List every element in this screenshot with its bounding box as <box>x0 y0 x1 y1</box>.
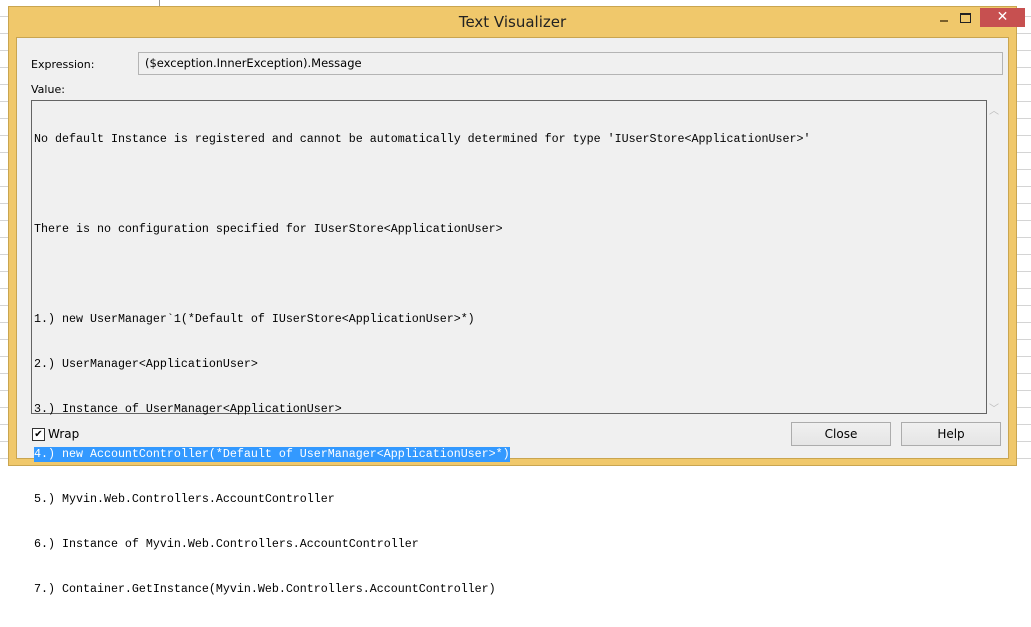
text-visualizer-dialog: Text Visualizer ✕ Expression: ($exceptio… <box>8 6 1025 596</box>
maximize-icon[interactable] <box>954 8 980 27</box>
wrap-label[interactable]: Wrap <box>48 427 79 441</box>
help-button[interactable]: Help <box>901 422 1001 446</box>
scroll-up-icon[interactable]: ︿ <box>989 102 999 117</box>
close-window-icon[interactable]: ✕ <box>980 8 1025 27</box>
expression-label: Expression: <box>31 58 95 71</box>
value-line: 1.) new UserManager`1(*Default of IUserS… <box>34 312 475 326</box>
value-line: 2.) UserManager<ApplicationUser> <box>34 357 258 371</box>
value-textarea[interactable]: No default Instance is registered and ca… <box>31 100 987 596</box>
value-line: There is no configuration specified for … <box>34 222 503 236</box>
value-line <box>34 177 984 192</box>
value-line: 5.) Myvin.Web.Controllers.AccountControl… <box>34 492 335 506</box>
wrap-checkbox[interactable]: ✔ <box>32 428 45 441</box>
value-line: 6.) Instance of Myvin.Web.Controllers.Ac… <box>34 537 419 551</box>
scroll-down-icon[interactable]: ﹀ <box>989 400 999 415</box>
dialog-content: Expression: ($exception.InnerException).… <box>16 37 1009 596</box>
value-line: No default Instance is registered and ca… <box>34 132 811 146</box>
window-title: Text Visualizer <box>458 13 567 31</box>
selected-text[interactable]: 4.) new AccountController(*Default of Us… <box>34 447 510 462</box>
expression-field[interactable]: ($exception.InnerException).Message <box>138 52 1003 75</box>
value-line: 3.) Instance of UserManager<ApplicationU… <box>34 402 342 416</box>
value-line: 7.) Container.GetInstance(Myvin.Web.Cont… <box>34 582 496 596</box>
value-line <box>34 267 984 282</box>
value-label: Value: <box>31 83 65 96</box>
close-button[interactable]: Close <box>791 422 891 446</box>
